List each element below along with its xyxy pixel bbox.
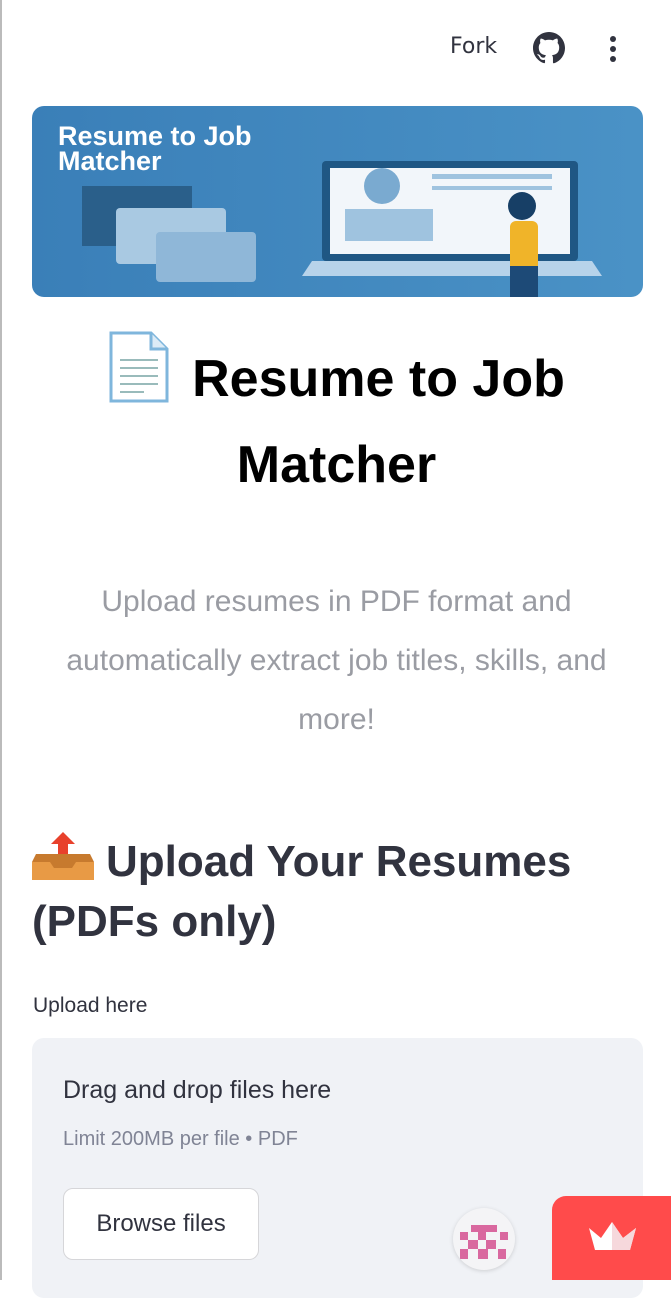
streamlit-badge[interactable] bbox=[552, 1196, 671, 1280]
fork-button[interactable]: Fork bbox=[450, 34, 497, 59]
page-facing-up-icon bbox=[109, 331, 169, 403]
browse-files-button[interactable]: Browse files bbox=[63, 1188, 259, 1260]
dropzone-title: Drag and drop files here bbox=[63, 1076, 332, 1104]
avatar[interactable] bbox=[453, 1208, 515, 1270]
banner-image: Resume to Job Matcher bbox=[32, 106, 643, 297]
subtitle: Upload resumes in PDF format and automat… bbox=[66, 585, 607, 736]
page-title: Resume to Job Matcher bbox=[42, 330, 631, 508]
upload-label: Upload here bbox=[33, 994, 148, 1017]
github-icon[interactable] bbox=[533, 32, 565, 64]
pixel-avatar-icon bbox=[460, 1225, 508, 1259]
banner-logo-text: Resume to Job Matcher bbox=[58, 121, 252, 176]
top-toolbar: Fork bbox=[2, 0, 671, 96]
more-vertical-icon[interactable] bbox=[604, 34, 622, 64]
dropzone-limit: Limit 200MB per file • PDF bbox=[63, 1128, 298, 1150]
streamlit-crown-icon bbox=[589, 1222, 636, 1250]
upload-heading: Upload Your Resumes (PDFs only) bbox=[32, 832, 631, 952]
outbox-tray-icon bbox=[32, 832, 94, 880]
